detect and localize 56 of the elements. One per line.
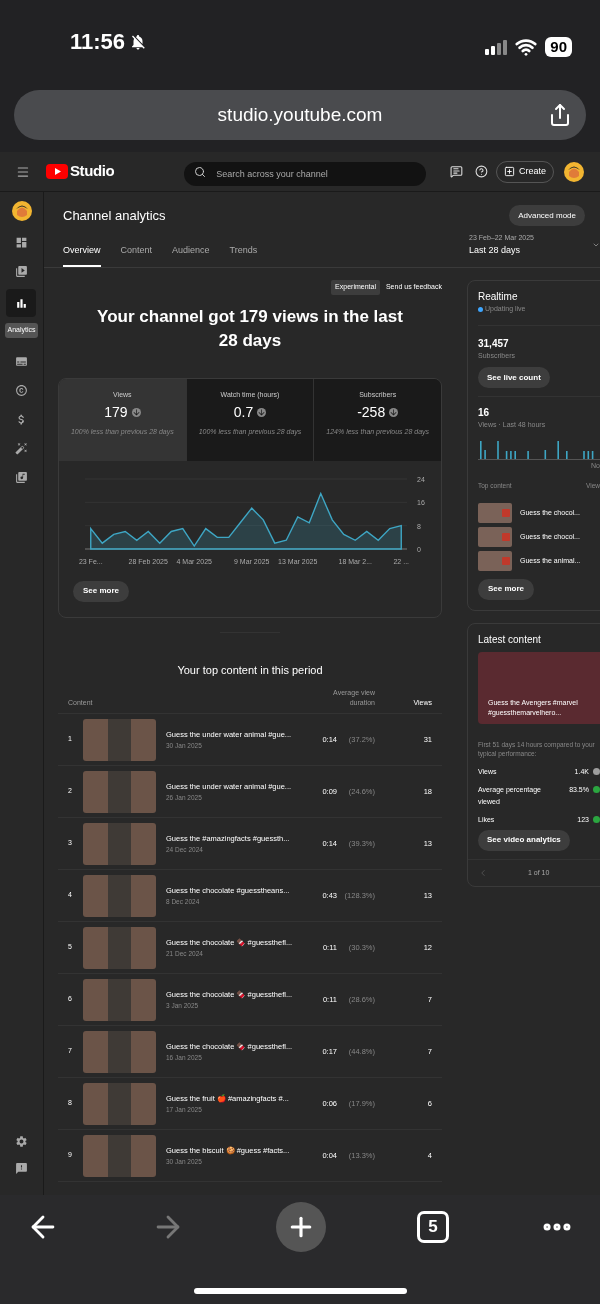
card-title: Realtime	[478, 290, 519, 304]
video-analytics-button[interactable]: See video analytics	[478, 829, 570, 851]
down-arrow-icon	[257, 408, 267, 417]
account-avatar[interactable]	[564, 161, 584, 182]
see-more-button[interactable]: See more	[73, 580, 130, 602]
video-library-icon	[15, 265, 28, 278]
dashboard-icon	[15, 236, 28, 249]
channel-avatar[interactable]	[11, 201, 32, 221]
address-bar[interactable]: studio.youtube.com	[14, 90, 586, 140]
down-arrow-icon	[131, 408, 141, 417]
caret-icon[interactable]	[592, 241, 600, 249]
section-title: Your top content in this period	[176, 662, 324, 678]
card-title: Latest content	[478, 632, 542, 647]
advanced-mode-button[interactable]: Advanced mode	[509, 205, 585, 226]
live-count-button[interactable]: See live count	[478, 367, 550, 388]
wifi-icon	[515, 36, 538, 58]
bar-chart-icon	[15, 296, 28, 310]
battery-level: 90	[545, 37, 572, 57]
tab[interactable]: Trends	[229, 243, 258, 267]
copyright-icon	[15, 383, 28, 397]
settings-icon[interactable]	[15, 1135, 28, 1148]
help-icon[interactable]	[475, 165, 488, 178]
page-title: Channel analytics	[63, 206, 166, 225]
new-tab-button[interactable]	[276, 1202, 326, 1252]
thumbnail-placeholder	[478, 550, 512, 571]
see-more-button[interactable]: See more	[478, 578, 535, 600]
metric-value: 0.7	[233, 403, 254, 422]
play-logo-icon[interactable]	[45, 164, 68, 179]
feedback-icon[interactable]	[15, 1162, 28, 1175]
url-text: studio.youtube.com	[217, 102, 383, 127]
tab[interactable]: Audience	[172, 243, 210, 267]
metric-value: -258	[357, 403, 386, 422]
subscriber-count: 31,457	[478, 336, 510, 351]
search-icon	[194, 165, 207, 178]
metric-value: 179	[104, 403, 128, 422]
down-arrow-icon	[389, 408, 399, 417]
plus-video-icon	[504, 166, 515, 177]
thumbnail-placeholder	[478, 502, 512, 523]
menu-icon[interactable]	[16, 164, 30, 179]
message-icon[interactable]	[450, 165, 464, 178]
signal-icon	[485, 39, 508, 55]
search-field[interactable]: Search across your channel	[184, 161, 427, 186]
share-icon[interactable]	[548, 103, 572, 127]
headline: Your channel got 179 views in the last 28 days	[96, 305, 404, 352]
views-count: 16	[478, 406, 491, 420]
studio-logo-text: Studio	[69, 161, 115, 182]
period-label[interactable]: Last 28 days	[469, 243, 534, 257]
sidebar-item[interactable]	[6, 289, 37, 317]
subtitles-icon	[15, 354, 28, 368]
tab[interactable]: Overview	[63, 243, 101, 267]
magic-wand-icon	[15, 441, 28, 455]
thumbnail-placeholder	[478, 526, 512, 547]
clock-time: 11:56	[70, 28, 126, 56]
tab-count-button[interactable]: 5	[417, 1211, 449, 1243]
tab[interactable]: Content	[120, 243, 153, 267]
music-note-icon	[15, 470, 28, 484]
